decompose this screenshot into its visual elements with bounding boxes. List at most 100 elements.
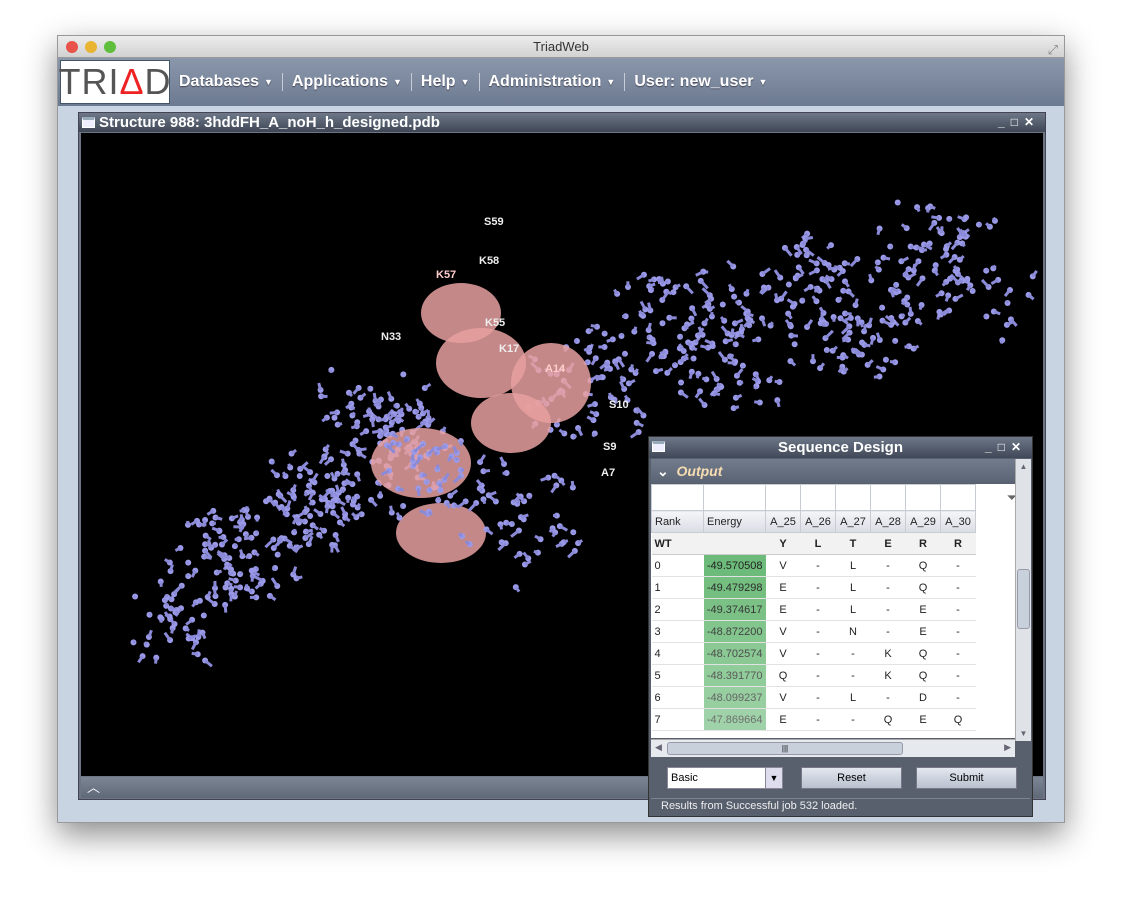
column-header[interactable]: A_27 xyxy=(835,510,871,533)
horizontal-scrollbar[interactable]: ◀ ||| ▶ xyxy=(651,739,1015,757)
column-header[interactable]: Energy xyxy=(703,510,766,533)
bond xyxy=(233,543,238,548)
table-row[interactable]: 7 -47.869664 E - - Q E Q xyxy=(651,708,976,731)
nav-administration[interactable]: Administration ▼ xyxy=(480,73,626,91)
close-icon[interactable]: ✕ xyxy=(1011,440,1027,454)
nav-applications[interactable]: Applications ▼ xyxy=(283,73,412,91)
bond xyxy=(588,328,594,333)
filter-cell[interactable] xyxy=(835,484,871,511)
nav-help[interactable]: Help ▼ xyxy=(412,73,480,91)
triad-logo[interactable]: TRI Δ D xyxy=(58,60,171,104)
nav-databases[interactable]: Databases ▼ xyxy=(170,73,283,91)
maximize-icon[interactable]: □ xyxy=(1011,115,1024,129)
column-header[interactable]: A_29 xyxy=(905,510,941,533)
bond xyxy=(620,332,624,337)
filter-cell[interactable] xyxy=(800,484,836,511)
bond xyxy=(590,323,598,329)
bond xyxy=(228,588,233,593)
filter-icon[interactable]: ⏷ xyxy=(1007,490,1015,506)
filter-cell[interactable] xyxy=(940,484,976,511)
filter-cell[interactable] xyxy=(905,484,941,511)
bond xyxy=(831,345,838,352)
rank-cell: 0 xyxy=(651,554,704,577)
close-icon[interactable]: ✕ xyxy=(1024,115,1040,129)
column-header[interactable]: Rank xyxy=(651,510,704,533)
bond xyxy=(1027,293,1035,301)
bond xyxy=(254,566,259,571)
maximize-icon[interactable]: □ xyxy=(998,440,1011,454)
structure-window-titlebar[interactable]: Structure 988: 3hddFH_A_noH_h_designed.p… xyxy=(79,113,1045,132)
bond xyxy=(164,594,169,598)
bond xyxy=(244,584,249,589)
table-row[interactable]: 5 -48.391770 Q - - K Q - xyxy=(651,664,976,687)
bond xyxy=(239,549,244,557)
column-header[interactable]: A_25 xyxy=(765,510,801,533)
filter-cell[interactable] xyxy=(651,484,704,511)
bond xyxy=(904,316,912,324)
rank-cell: 4 xyxy=(651,642,704,665)
mode-select[interactable]: Basic ▼ xyxy=(667,767,783,789)
residue-cell: - xyxy=(870,576,906,599)
filter-cell[interactable] xyxy=(703,484,766,511)
bond xyxy=(836,269,844,277)
vertical-scrollbar[interactable]: ▲ ▼ xyxy=(1015,459,1031,741)
bond xyxy=(619,380,626,390)
bond xyxy=(191,601,198,608)
bond xyxy=(296,575,303,580)
table-row[interactable]: 2 -49.374617 E - L - E - xyxy=(651,598,976,621)
wt-row: WT Y L T E R R xyxy=(651,532,976,555)
bond xyxy=(169,564,174,572)
bond xyxy=(239,571,244,576)
column-header[interactable]: A_28 xyxy=(870,510,906,533)
filter-cell[interactable] xyxy=(870,484,906,511)
bond xyxy=(931,215,940,220)
wt-energy xyxy=(703,532,766,555)
bond xyxy=(213,589,217,597)
bond xyxy=(148,612,152,616)
bond xyxy=(666,367,673,374)
table-row[interactable]: 1 -49.479298 E - L - Q - xyxy=(651,576,976,599)
bond xyxy=(900,256,910,263)
nav-user[interactable]: User: new_user ▼ xyxy=(625,73,776,91)
bond xyxy=(862,323,868,332)
table-row[interactable]: 6 -48.099237 V - L - D - xyxy=(651,686,976,709)
residue-cell: L xyxy=(835,576,871,599)
energy-cell: -49.570508 xyxy=(703,554,766,577)
window-titlebar: TriadWeb ⤢ xyxy=(58,36,1064,58)
bond xyxy=(647,302,652,311)
reset-button[interactable]: Reset xyxy=(801,767,902,789)
minimize-window-button[interactable] xyxy=(85,41,97,53)
bond xyxy=(864,343,871,348)
bond xyxy=(753,385,758,390)
bond xyxy=(372,392,377,402)
bond xyxy=(621,352,626,357)
residue-label: K55 xyxy=(485,317,506,329)
bond xyxy=(818,362,826,370)
table-row[interactable]: 3 -48.872200 V - N - E - xyxy=(651,620,976,643)
bond xyxy=(908,306,913,314)
minimize-icon[interactable]: _ xyxy=(998,115,1011,129)
bond xyxy=(700,344,709,350)
energy-cell: -47.869664 xyxy=(703,708,766,731)
output-section-header[interactable]: ⌄ Output xyxy=(651,459,1015,483)
minimize-icon[interactable]: _ xyxy=(985,440,998,454)
bond xyxy=(191,651,198,656)
window-icon xyxy=(82,117,95,128)
dialog-titlebar[interactable]: Sequence Design _□✕ xyxy=(649,437,1032,458)
bond xyxy=(228,577,237,583)
bond xyxy=(954,293,964,301)
chevron-up-icon[interactable]: ︿ xyxy=(87,780,100,795)
column-header[interactable]: A_30 xyxy=(940,510,976,533)
table-row[interactable]: 4 -48.702574 V - - K Q - xyxy=(651,642,976,665)
bond xyxy=(570,480,575,488)
bond xyxy=(813,285,818,290)
energy-cell: -49.374617 xyxy=(703,598,766,621)
bond xyxy=(808,268,818,276)
table-row[interactable]: 0 -49.570508 V - L - Q - xyxy=(651,554,976,577)
submit-button[interactable]: Submit xyxy=(916,767,1017,789)
column-header[interactable]: A_26 xyxy=(800,510,836,533)
zoom-window-button[interactable] xyxy=(104,41,116,53)
filter-cell[interactable] xyxy=(765,484,801,511)
bond xyxy=(613,361,620,371)
close-window-button[interactable] xyxy=(66,41,78,53)
